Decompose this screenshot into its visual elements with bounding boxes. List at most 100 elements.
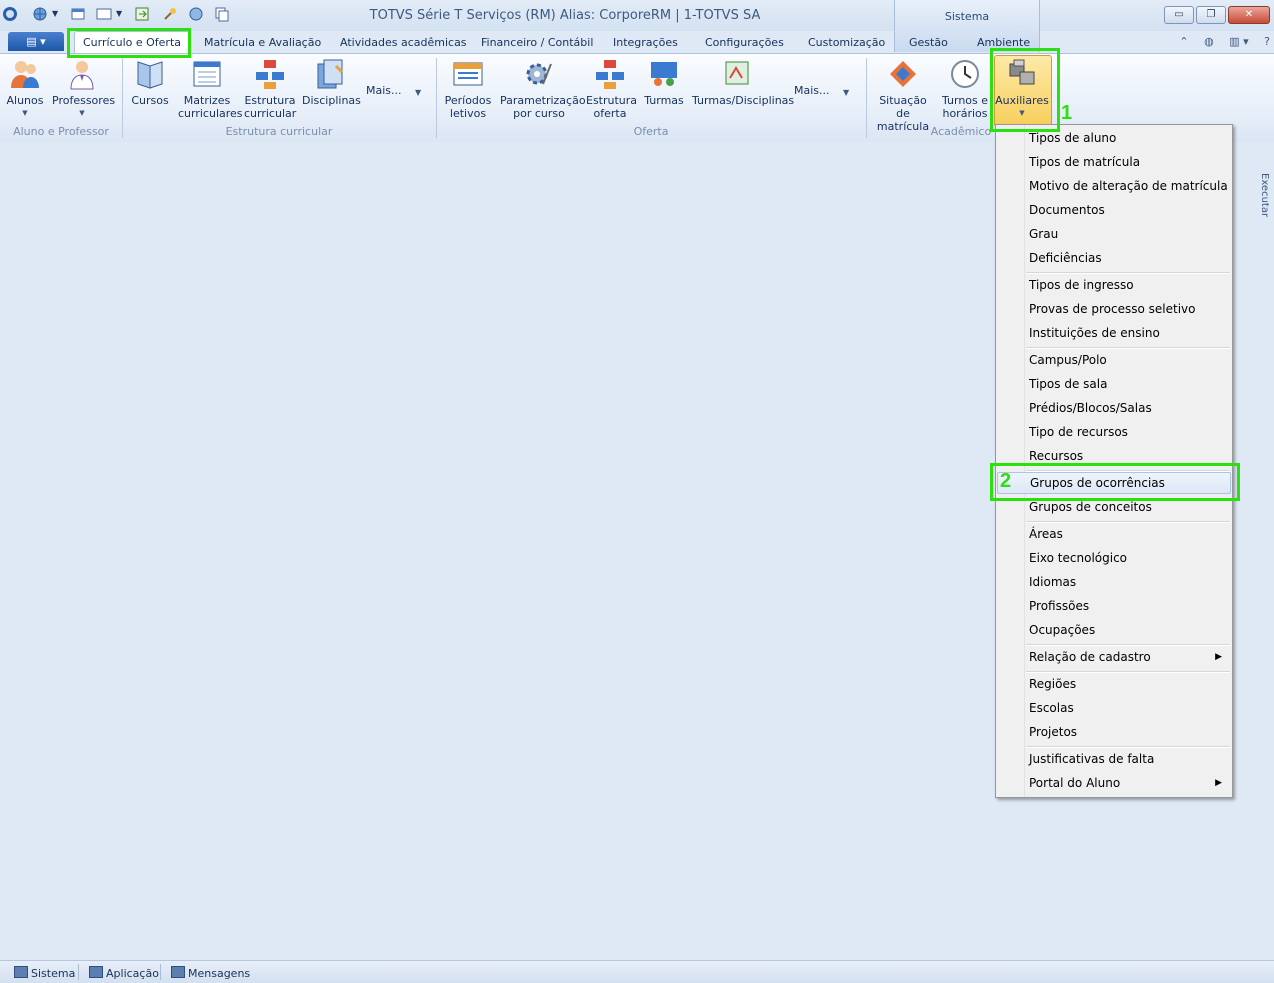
menu-item-ocupacoes[interactable]: Ocupações [996, 619, 1232, 641]
menu-item-escolas[interactable]: Escolas [996, 697, 1232, 719]
messages-icon [171, 966, 185, 978]
alunos-label: Alunos [6, 94, 44, 107]
professores-button[interactable]: Professores ▼ [52, 58, 116, 120]
situacao-matricula-button[interactable]: Situação de matrícula [872, 58, 934, 133]
step-1-label: 1 [1061, 102, 1073, 124]
group-label-estrutura-curricular: Estrutura curricular [225, 125, 333, 138]
menu-item-motivo-alteracao-matricula[interactable]: Motivo de alteração de matrícula [996, 175, 1232, 197]
parametrizacao-button[interactable]: Parametrização por curso [500, 58, 586, 120]
ribbon-right-controls: ⌃ ◍ ▥ ▾ ? [1167, 35, 1270, 48]
menu-item-tipos-de-matricula[interactable]: Tipos de matrícula [996, 151, 1232, 173]
estrutura-curricular-label: Estrutura curricular [244, 94, 297, 120]
periodos-letivos-button[interactable]: Períodos letivos [444, 58, 492, 120]
tab-atividades-academicas[interactable]: Atividades acadêmicas [340, 36, 467, 49]
menu-item-recursos[interactable]: Recursos [996, 445, 1232, 467]
menu-item-eixo-tecnologico[interactable]: Eixo tecnológico [996, 547, 1232, 569]
status-separator [160, 964, 161, 980]
periodos-label: Períodos letivos [444, 94, 492, 120]
tab-matricula-avaliacao[interactable]: Matrícula e Avaliação [204, 36, 321, 49]
status-sistema[interactable]: Sistema [14, 966, 75, 980]
menu-item-grupos-de-ocorrencias[interactable]: Grupos de ocorrências [997, 472, 1231, 494]
estrutura-oferta-label: Estrutura oferta [586, 94, 638, 120]
menu-item-profissoes[interactable]: Profissões [996, 595, 1232, 617]
chevron-down-icon[interactable]: ▼ [415, 88, 421, 97]
tab-configuracoes[interactable]: Configurações [705, 36, 784, 49]
menu-item-tipos-de-aluno[interactable]: Tipos de aluno [996, 127, 1232, 149]
help-icon[interactable]: ? [1264, 35, 1270, 48]
disciplinas-button[interactable]: Disciplinas [302, 58, 361, 107]
menu-item-projetos[interactable]: Projetos [996, 721, 1232, 743]
layout-icon[interactable]: ▥ ▾ [1229, 35, 1248, 48]
status-aplicacao[interactable]: Aplicação [89, 966, 159, 980]
restore-button[interactable]: ❐ [1196, 6, 1226, 24]
teacher-icon [66, 58, 98, 90]
menu-item-tipos-de-sala[interactable]: Tipos de sala [996, 373, 1232, 395]
matrizes-curriculares-button[interactable]: Matrizes curriculares [178, 58, 243, 120]
menu-item-portal-do-aluno[interactable]: Portal do Aluno ▶ [996, 772, 1232, 794]
structure-icon [254, 58, 286, 90]
menu-item-campus-polo[interactable]: Campus/Polo [996, 349, 1232, 371]
turnos-label: Turnos e horários [941, 94, 989, 120]
window-controls: ▭ ❐ ✕ [1162, 6, 1270, 24]
collapse-ribbon-icon[interactable]: ⌃ [1179, 35, 1188, 48]
menu-item-justificativas-de-falta[interactable]: Justificativas de falta [996, 748, 1232, 770]
documents-icon [314, 58, 346, 90]
group-label-aluno-professor: Aluno e Professor [13, 125, 109, 138]
close-button[interactable]: ✕ [1228, 6, 1270, 24]
tab-ambiente[interactable]: Ambiente [977, 36, 1030, 49]
menu-item-grau[interactable]: Grau [996, 223, 1232, 245]
tab-financeiro-contabil[interactable]: Financeiro / Contábil [481, 36, 593, 49]
auxiliary-blocks-icon [1006, 58, 1038, 90]
menu-item-documentos[interactable]: Documentos [996, 199, 1232, 221]
menu-item-provas-processo-seletivo[interactable]: Provas de processo seletivo [996, 298, 1232, 320]
turmas-disciplinas-label: Turmas/Disciplinas [692, 94, 795, 107]
turnos-horarios-button[interactable]: Turnos e horários [940, 58, 990, 120]
alunos-button[interactable]: Alunos ▼ [6, 58, 44, 120]
turmas-disciplinas-button[interactable]: Turmas/Disciplinas [692, 58, 795, 107]
status-mensagens[interactable]: Mensagens [171, 966, 250, 980]
menu-item-predios-blocos-salas[interactable]: Prédios/Blocos/Salas [996, 397, 1232, 419]
class-subject-icon [722, 58, 754, 90]
menu-item-deficiencias[interactable]: Deficiências [996, 247, 1232, 269]
estrutura-curricular-button[interactable]: Estrutura curricular [244, 58, 296, 120]
tab-customizacao[interactable]: Customização [808, 36, 885, 49]
auxiliares-button[interactable]: Auxiliares ▼ [994, 58, 1050, 120]
application-icon [89, 966, 103, 978]
menu-item-tipo-de-recursos[interactable]: Tipo de recursos [996, 421, 1232, 443]
calendar-icon [452, 58, 484, 90]
mais-button[interactable]: Mais... [794, 84, 830, 97]
menu-item-relacao-de-cadastro[interactable]: Relação de cadastro ▶ [996, 646, 1232, 668]
executar-side-panel[interactable]: Executar [1256, 155, 1274, 218]
status-icon [887, 58, 919, 90]
menu-item-tipos-de-ingresso[interactable]: Tipos de ingresso [996, 274, 1232, 296]
chevron-down-icon: ▼ [22, 109, 28, 117]
submenu-arrow-icon: ▶ [1215, 778, 1222, 788]
tab-integracoes[interactable]: Integrações [613, 36, 678, 49]
ribbon-tabs: ▤ ▾ Currículo e Oferta Matrícula e Avali… [0, 31, 1274, 54]
minimize-button[interactable]: ▭ [1164, 6, 1194, 24]
menu-item-areas[interactable]: Áreas [996, 523, 1232, 545]
menu-item-idiomas[interactable]: Idiomas [996, 571, 1232, 593]
cursos-button[interactable]: Cursos [130, 58, 170, 107]
application-menu-button[interactable]: ▤ ▾ [8, 32, 64, 51]
menu-item-instituicoes-de-ensino[interactable]: Instituições de ensino [996, 322, 1232, 344]
menu-item-regioes[interactable]: Regiões [996, 673, 1232, 695]
group-label-oferta: Oferta [633, 125, 669, 138]
tab-curriculo-oferta[interactable]: Currículo e Oferta [74, 31, 191, 54]
mais-button[interactable]: Mais... [366, 84, 402, 97]
menu-item-grupos-de-conceitos[interactable]: Grupos de conceitos [996, 496, 1232, 518]
matrizes-label: Matrizes curriculares [178, 94, 243, 120]
professores-label: Professores [52, 94, 116, 107]
chevron-down-icon: ▼ [1019, 109, 1025, 117]
disciplinas-label: Disciplinas [302, 94, 361, 107]
class-group-icon [648, 58, 680, 90]
cursos-label: Cursos [131, 94, 169, 107]
grid-document-icon [191, 58, 223, 90]
globe-icon[interactable]: ◍ [1204, 35, 1214, 48]
chevron-down-icon[interactable]: ▼ [843, 88, 849, 97]
turmas-button[interactable]: Turmas [644, 58, 684, 107]
estrutura-oferta-button[interactable]: Estrutura oferta [586, 58, 638, 120]
tab-gestao[interactable]: Gestão [909, 36, 948, 49]
executar-label: Executar [1259, 173, 1270, 218]
book-icon [134, 58, 166, 90]
